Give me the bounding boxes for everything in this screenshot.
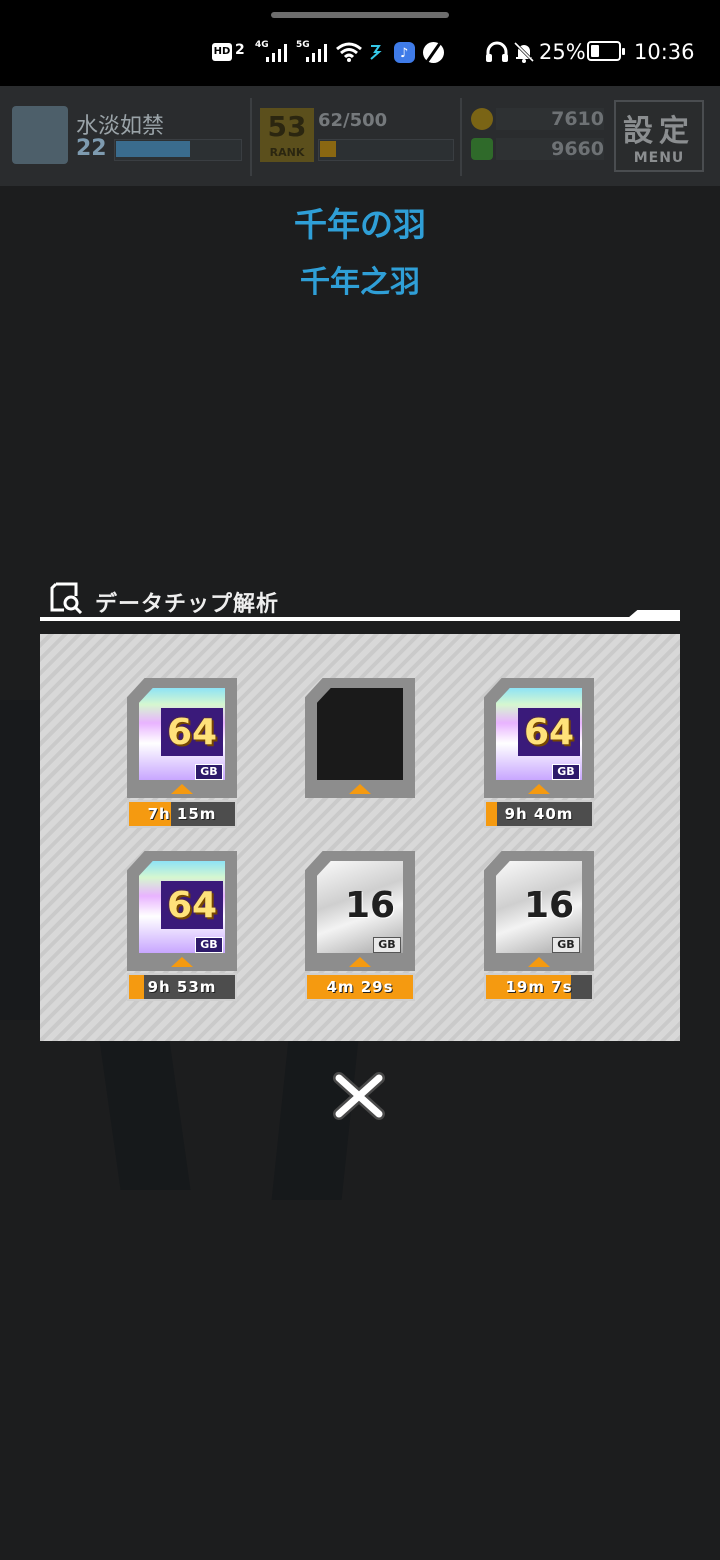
panel-header-line — [40, 617, 680, 621]
chip-slot-3[interactable]: 64 GB — [484, 678, 594, 800]
player-avatar[interactable] — [12, 106, 68, 164]
gem-icon — [471, 138, 493, 160]
chip-timer-3: 9h 40m — [484, 800, 594, 828]
music-app-icon: ♪ — [394, 42, 415, 63]
timer-text: 9h 53m — [147, 978, 217, 996]
chip-face-empty — [317, 688, 403, 780]
sim-slot: 2 — [235, 42, 245, 58]
close-icon[interactable] — [333, 1072, 385, 1120]
chip-timer-6: 19m 7s — [484, 973, 594, 1001]
chip-unit: GB — [552, 764, 580, 780]
rank-number: 53 — [267, 110, 307, 143]
chip-timer-4: 9h 53m — [127, 973, 237, 1001]
gesture-handle[interactable] — [271, 12, 449, 18]
chip-unit: GB — [195, 764, 223, 780]
signal-icon — [266, 44, 290, 62]
chip-capacity: 16 — [344, 885, 396, 926]
chip-unit: GB — [195, 937, 223, 953]
player-level: 22 — [76, 136, 107, 161]
chip-unit: GB — [373, 937, 401, 953]
wifi-icon — [336, 42, 362, 62]
menu-label: MENU — [633, 150, 685, 166]
header-divider-2 — [460, 98, 462, 176]
chip-timer-5: 4m 29s — [305, 973, 415, 1001]
panel-title: データチップ解析 — [95, 592, 280, 617]
stamina-value: 62/500 — [318, 110, 388, 131]
battery-icon — [587, 41, 625, 61]
mute-bell-icon — [513, 41, 535, 63]
chip-slot-6[interactable]: 16 GB — [484, 851, 594, 973]
rank-label: RANK — [269, 146, 305, 159]
chip-capacity: 64 — [523, 712, 575, 753]
chip-slot-4[interactable]: 64 GB — [127, 851, 237, 973]
stamina-bar — [318, 139, 454, 161]
menu-kanji: 設定 — [623, 114, 695, 149]
timer-text: 19m 7s — [505, 978, 573, 996]
chip-slot-2-empty[interactable] — [305, 678, 415, 800]
gold-coin-icon — [471, 108, 493, 130]
chip-slot-1[interactable]: 64 GB — [127, 678, 237, 800]
chip-arrow-icon — [171, 784, 193, 794]
title-japanese: 千年の羽 — [294, 205, 426, 244]
ball-app-icon — [423, 42, 444, 63]
level-progress-fill — [116, 141, 190, 157]
chip-capacity: 16 — [523, 885, 575, 926]
currency-gem: 9660 — [496, 138, 604, 160]
chip-arrow-icon — [349, 784, 371, 794]
chip-unit: GB — [552, 937, 580, 953]
currency-gold: 7610 — [496, 108, 604, 130]
timer-progress — [129, 975, 144, 999]
data-arrows-icon — [370, 45, 382, 60]
clock: 10:36 — [634, 40, 695, 64]
chip-arrow-icon — [171, 957, 193, 967]
settings-menu-button[interactable]: 設定 MENU — [614, 100, 704, 172]
timer-text: 9h 40m — [504, 805, 574, 823]
headphones-icon — [486, 41, 508, 62]
header-divider — [250, 98, 252, 176]
timer-progress — [486, 802, 497, 826]
chip-arrow-icon — [528, 784, 550, 794]
chip-capacity: 64 — [166, 885, 218, 926]
chip-capacity: 64 — [166, 712, 218, 753]
signal-icon-2 — [306, 44, 330, 62]
timer-text: 7h 15m — [147, 805, 217, 823]
hd-badge: HD — [212, 43, 232, 61]
chip-arrow-icon — [528, 957, 550, 967]
chip-slot-5[interactable]: 16 GB — [305, 851, 415, 973]
title-chinese: 千年之羽 — [300, 265, 420, 300]
chip-arrow-icon — [349, 957, 371, 967]
battery-percent: 25% — [539, 40, 586, 64]
timer-text: 4m 29s — [326, 978, 394, 996]
chip-timer-1: 7h 15m — [127, 800, 237, 828]
stamina-fill — [320, 141, 336, 157]
chip-analysis-icon — [50, 582, 83, 614]
